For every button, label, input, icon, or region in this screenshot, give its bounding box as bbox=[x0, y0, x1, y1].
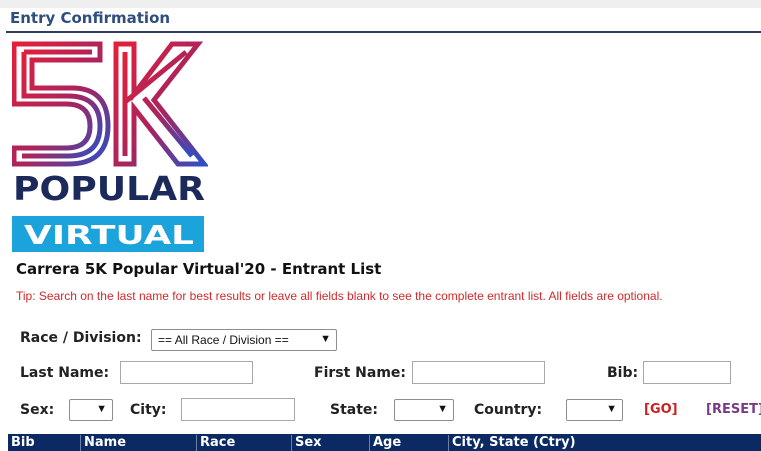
sex-label: Sex: bbox=[20, 402, 55, 418]
state-select[interactable]: ▼ bbox=[394, 399, 454, 421]
column-header-sex[interactable]: Sex bbox=[291, 435, 369, 451]
reset-button[interactable]: [RESET] bbox=[706, 402, 761, 417]
chevron-down-icon: ▼ bbox=[96, 403, 107, 415]
first-name-input[interactable] bbox=[412, 361, 545, 384]
column-header-name[interactable]: Name bbox=[80, 435, 197, 451]
chevron-down-icon: ▼ bbox=[437, 403, 448, 415]
last-name-input[interactable] bbox=[120, 361, 253, 384]
search-tip: Tip: Search on the last name for best re… bbox=[16, 289, 663, 303]
top-strip bbox=[0, 0, 761, 8]
five-k-mark bbox=[12, 41, 208, 167]
bib-label: Bib: bbox=[607, 365, 639, 381]
column-header-race[interactable]: Race bbox=[196, 435, 292, 451]
state-label: State: bbox=[330, 402, 379, 418]
logo-popular-text: POPULAR bbox=[13, 169, 205, 208]
chevron-down-icon: ▼ bbox=[606, 403, 617, 415]
first-name-label: First Name: bbox=[314, 365, 407, 381]
race-division-value: == All Race / Division == bbox=[158, 333, 289, 347]
sex-select[interactable]: ▼ bbox=[69, 399, 113, 421]
column-header-location[interactable]: City, State (Ctry) bbox=[448, 435, 752, 451]
event-logo: POPULAR VIRTUAL bbox=[12, 41, 208, 252]
column-header-bib[interactable]: Bib bbox=[8, 435, 81, 451]
last-name-label: Last Name: bbox=[20, 365, 110, 381]
column-header-age[interactable]: Age bbox=[369, 435, 449, 451]
chevron-down-icon: ▼ bbox=[320, 333, 331, 345]
race-division-label: Race / Division: bbox=[20, 330, 142, 346]
bib-input[interactable] bbox=[643, 361, 731, 384]
logo-virtual-text: VIRTUAL bbox=[24, 221, 194, 251]
header-divider bbox=[6, 31, 761, 33]
race-division-select[interactable]: == All Race / Division == ▼ bbox=[151, 329, 337, 351]
section-header-title: Entry Confirmation bbox=[10, 9, 171, 27]
city-label: City: bbox=[130, 402, 167, 418]
country-select[interactable]: ▼ bbox=[566, 399, 623, 421]
go-button[interactable]: [GO] bbox=[644, 402, 678, 417]
city-input[interactable] bbox=[181, 398, 295, 421]
page-title: Carrera 5K Popular Virtual'20 - Entrant … bbox=[16, 260, 382, 278]
country-label: Country: bbox=[474, 402, 543, 418]
